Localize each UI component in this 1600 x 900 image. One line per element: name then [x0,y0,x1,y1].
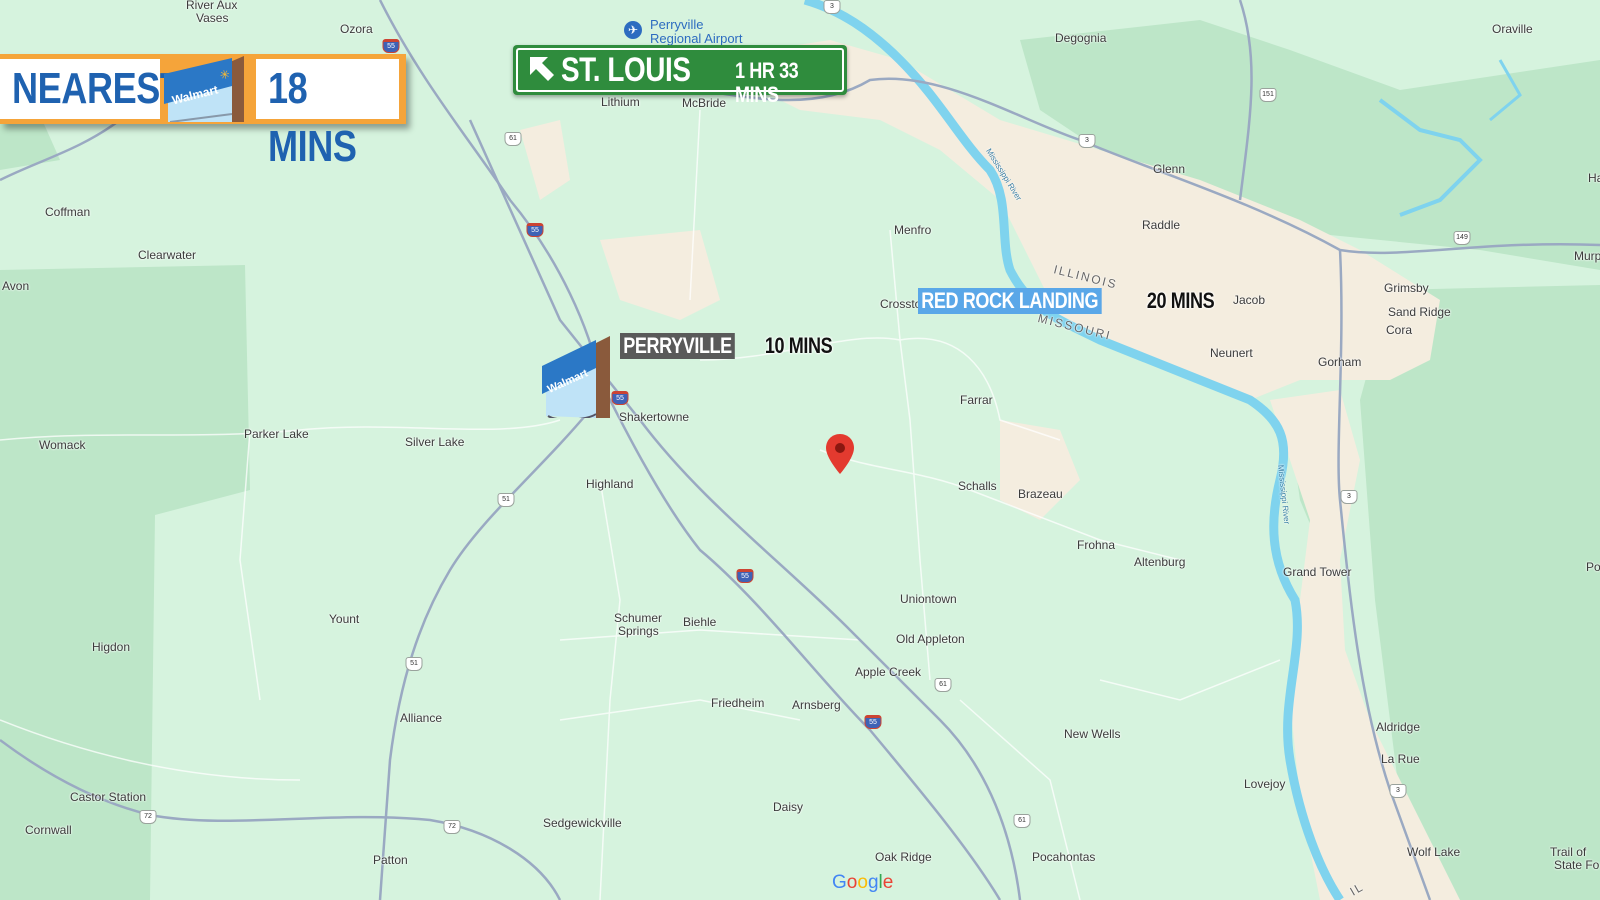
place-label: Trail of [1550,845,1587,859]
walmart-store-icon: Walmart ✳ [164,56,244,122]
place-label: Glenn [1153,162,1186,176]
place-label: Neunert [1210,346,1253,360]
place-label: Jacob [1233,293,1266,307]
us-61-shield: 61 [504,132,522,146]
red-rock-landing-time: 20 MINS [1146,288,1215,313]
place-label: Daisy [773,800,804,814]
place-label: Po [1586,560,1600,574]
place-label: McBride [682,96,727,110]
place-label: New Wells [1064,727,1121,741]
place-label: Apple Creek [855,665,922,679]
location-pin-icon[interactable] [826,434,854,474]
place-label: Yount [329,612,360,626]
place-label: Ha [1588,171,1600,185]
st-louis-city: ST. LOUIS [561,51,691,89]
interstate-55-shield: 55 [526,223,544,237]
us-61-shield: 61 [1013,814,1031,828]
place-label: Parker Lake [244,427,309,441]
place-label: Crossto [880,297,922,311]
up-left-arrow-icon [530,57,554,81]
place-label: Castor Station [70,790,147,804]
red-rock-landing-label: RED ROCK LANDING [918,288,1102,314]
place-label: Menfro [894,223,932,237]
route-3-shield: 3 [823,0,841,14]
place-label: Pocahontas [1032,850,1096,864]
place-label: Raddle [1142,218,1181,232]
airport-name-line2: Regional Airport [650,31,743,46]
place-label: Silver Lake [405,435,465,449]
route-72-shield: 72 [443,820,461,834]
place-label: Grand Tower [1283,565,1352,579]
route-72-shield: 72 [139,810,157,824]
airplane-icon: ✈ [624,21,642,39]
place-label: Alliance [400,711,443,725]
place-label: Highland [586,477,634,491]
place-label: Arnsberg [792,698,841,712]
place-label: Schumer [614,611,663,625]
interstate-55-shield: 55 [382,39,400,53]
interstate-55-shield: 55 [864,715,882,729]
route-51-shield: 51 [497,493,515,507]
place-label: Frohna [1077,538,1116,552]
route-149-shield: 149 [1453,231,1471,245]
place-label: Patton [373,853,408,867]
perryville-label: PERRYVILLE [620,333,736,359]
place-label: Clearwater [138,248,197,262]
perryville-walmart-icon: Walmart [542,336,610,418]
place-label: State Fo [1554,858,1600,872]
place-label: Brazeau [1018,487,1063,501]
red-rock-landing-tag: RED ROCK LANDING 20 MINS [918,288,1230,314]
route-151-shield: 151 [1259,88,1277,102]
route-3-shield: 3 [1389,784,1407,798]
place-label: Lovejoy [1244,777,1286,791]
place-label: Cornwall [25,823,72,837]
place-label: Sand Ridge [1388,305,1451,319]
place-label: Farrar [960,393,993,407]
place-label: Sedgewickville [543,816,622,830]
st-louis-direction-sign: ST. LOUIS 1 HR 33 MINS [513,45,847,107]
place-label: Womack [39,438,86,452]
place-label: Gorham [1318,355,1362,369]
place-label: Wolf Lake [1407,845,1461,859]
nearest-time: 18 MINS [268,64,357,171]
nearest-walmart-banner: NEAREST 18 MINS Walmart ✳ [0,54,406,171]
place-label: Lithium [601,95,640,109]
place-label: Cora [1386,323,1413,337]
google-logo: Google [832,872,894,893]
map-canvas[interactable] [0,0,1600,900]
route-51-shield: 51 [405,657,423,671]
st-louis-duration: 1 HR 33 MINS [735,58,799,107]
place-label: Murp [1574,249,1600,263]
interstate-55-shield: 55 [736,569,754,583]
place-label: Altenburg [1134,555,1186,569]
place-label: Coffman [45,205,91,219]
place-label: Shakertowne [619,410,690,424]
place-label: Ozora [340,22,373,36]
place-label: Friedheim [711,696,765,710]
place-label: Oraville [1492,22,1533,36]
place-label: Schalls [958,479,997,493]
place-label: Grimsby [1384,281,1429,295]
route-3-shield: 3 [1078,134,1096,148]
place-label: Biehle [683,615,717,629]
place-label: Avon [2,279,30,293]
place-label: Springs [618,624,659,638]
route-3-shield: 3 [1340,490,1358,504]
place-label: Higdon [92,640,131,654]
perryville-time-tag: PERRYVILLE 10 MINS [620,333,848,359]
place-label: Oak Ridge [875,850,932,864]
airport-label[interactable]: ✈ Perryville Regional Airport [624,17,743,46]
place-label: Vases [196,11,229,25]
place-label: Uniontown [900,592,957,606]
place-label: Degognia [1055,31,1107,45]
nearest-label: NEAREST [12,64,182,113]
perryville-time: 10 MINS [765,333,833,358]
place-label: Old Appleton [896,632,965,646]
us-61-shield: 61 [934,678,952,692]
place-label: La Rue [1381,752,1420,766]
airport-name-line1: Perryville [650,17,704,32]
place-label: Aldridge [1376,720,1421,734]
